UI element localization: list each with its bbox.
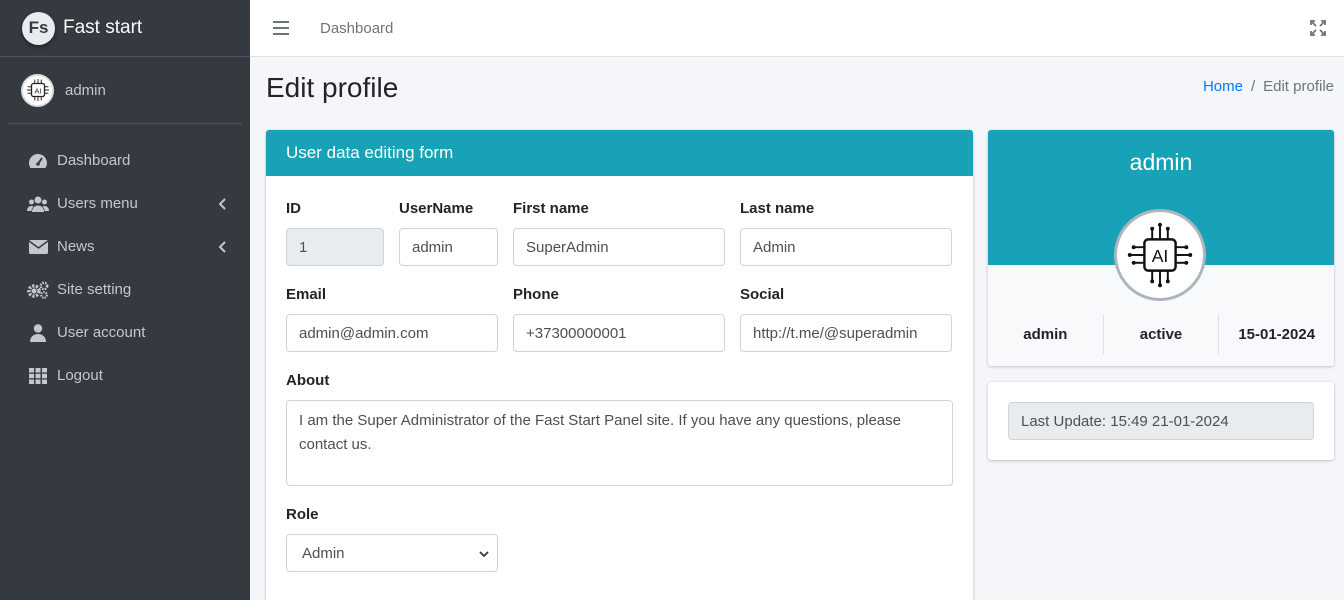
breadcrumb-separator: / — [1250, 78, 1256, 95]
breadcrumb-current: Edit profile — [1263, 78, 1334, 95]
sidebar: Fs Fast start AI admin Dashboard Users m… — [0, 0, 250, 600]
svg-text:AI: AI — [34, 87, 41, 95]
sidebar-item-logout[interactable]: Logout — [0, 354, 250, 397]
username-label: UserName — [399, 200, 474, 217]
sidebar-item-site-setting[interactable]: Site setting — [0, 268, 250, 311]
role-label: Role — [286, 506, 319, 523]
sidebar-item-users-menu[interactable]: Users menu — [0, 182, 250, 225]
sidebar-item-label: News — [57, 238, 95, 255]
social-label: Social — [740, 286, 785, 303]
about-label: About — [286, 372, 330, 389]
envelope-icon — [27, 238, 49, 256]
ai-chip-icon: AI — [1114, 209, 1206, 301]
profile-stats: admin active 15-01-2024 — [988, 314, 1334, 354]
chevron-left-icon — [218, 197, 228, 210]
sidebar-item-user-account[interactable]: User account — [0, 311, 250, 354]
last-update-card: Last Update: 15:49 21-01-2024 — [988, 382, 1334, 460]
last-update-field: Last Update: 15:49 21-01-2024 — [1008, 402, 1314, 440]
breadcrumb: Home / Edit profile — [1203, 78, 1334, 95]
stat-status: active — [1102, 314, 1219, 354]
tachometer-icon — [27, 152, 49, 170]
last-name-label: Last name — [740, 200, 815, 217]
brand-logo: Fs — [22, 11, 55, 45]
sidebar-item-label: User account — [57, 324, 146, 341]
stat-date: 15-01-2024 — [1218, 314, 1334, 354]
sidebar-nav: Dashboard Users menu News Site setting U… — [0, 124, 250, 397]
email-field[interactable]: admin@admin.com — [286, 314, 498, 352]
social-field[interactable]: http://t.me/@superadmin — [740, 314, 952, 352]
user-panel[interactable]: AI admin — [8, 57, 242, 124]
id-field: 1 — [286, 228, 384, 266]
chevron-left-icon — [218, 240, 228, 253]
chevron-down-icon — [479, 545, 489, 562]
grid-icon — [27, 367, 49, 385]
page-title: Edit profile — [266, 72, 399, 103]
ai-chip-icon: AI — [21, 73, 54, 107]
role-select[interactable]: Admin — [286, 534, 498, 572]
first-name-field[interactable]: SuperAdmin — [513, 228, 725, 266]
sidebar-item-label: Site setting — [57, 281, 132, 298]
sidebar-user-name: admin — [65, 81, 106, 99]
last-name-field[interactable]: Admin — [740, 228, 952, 266]
user-edit-form-card: User data editing form ID 1 UserName adm… — [266, 130, 973, 600]
brand-link[interactable]: Fs Fast start — [0, 0, 250, 57]
breadcrumb-home[interactable]: Home — [1203, 78, 1243, 95]
sidebar-item-label: Users menu — [57, 195, 138, 212]
user-icon — [27, 323, 49, 342]
profile-widget-card: admin AI admin active 15-01-2024 — [988, 130, 1334, 366]
id-label: ID — [286, 200, 301, 217]
sidebar-item-news[interactable]: News — [0, 225, 250, 268]
menu-toggle-icon[interactable] — [273, 21, 289, 35]
phone-label: Phone — [513, 286, 559, 303]
fullscreen-icon[interactable] — [1310, 20, 1326, 36]
email-label: Email — [286, 286, 327, 303]
first-name-label: First name — [513, 200, 589, 217]
sidebar-item-label: Logout — [57, 367, 103, 384]
username-field[interactable]: admin — [399, 228, 498, 266]
top-navbar: Dashboard — [250, 0, 1344, 57]
about-textarea[interactable]: I am the Super Administrator of the Fast… — [286, 400, 953, 486]
header-dashboard-link[interactable]: Dashboard — [320, 20, 393, 37]
users-icon — [27, 195, 49, 213]
cogs-icon — [27, 281, 49, 299]
avatar-ai-text: AI — [1152, 246, 1169, 266]
role-select-value: Admin — [302, 544, 345, 562]
sidebar-item-dashboard[interactable]: Dashboard — [0, 139, 250, 182]
brand-name: Fast start — [63, 17, 143, 38]
form-card-title: User data editing form — [266, 130, 973, 176]
phone-field[interactable]: +37300000001 — [513, 314, 725, 352]
sidebar-item-label: Dashboard — [57, 152, 131, 169]
stat-username: admin — [1023, 325, 1068, 343]
